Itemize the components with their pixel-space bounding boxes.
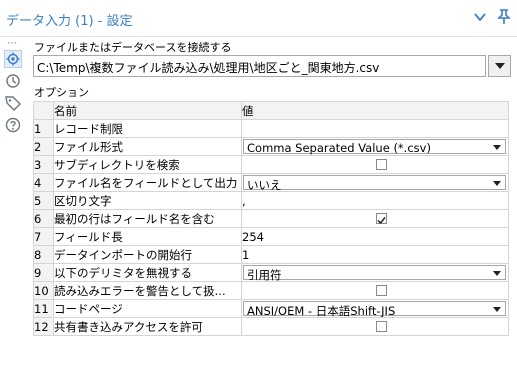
more-dots-icon[interactable]: ⋯	[7, 38, 18, 49]
header-value[interactable]: 値	[241, 101, 509, 120]
option-value[interactable]: ,	[241, 191, 509, 210]
option-row[interactable]: 10 読み込みエラーを警告として扱...	[33, 281, 509, 300]
header-name[interactable]: 名前	[53, 101, 242, 120]
row-number: 1	[33, 119, 54, 138]
option-select-value: いいえ	[247, 178, 282, 192]
file-label: ファイルまたはデータベースを接続する	[34, 41, 232, 54]
option-name: 最初の行はフィールド名を含む	[53, 209, 242, 228]
option-row[interactable]: 12 共有書き込みアクセスを許可	[33, 317, 509, 336]
option-row[interactable]: 6 最初の行はフィールド名を含む	[33, 209, 509, 228]
option-value-cell	[241, 317, 509, 336]
option-select[interactable]: いいえ	[243, 175, 506, 192]
option-name: 区切り文字	[53, 191, 242, 210]
option-row[interactable]: 2 ファイル形式 Comma Separated Value (*.csv)	[33, 137, 509, 156]
row-number: 5	[33, 191, 54, 210]
option-row[interactable]: 9 以下のデリミタを無視する 引用符	[33, 263, 509, 282]
row-number: 8	[33, 245, 54, 264]
dropdown-arrow-icon	[493, 145, 501, 150]
option-value[interactable]: 1	[241, 245, 509, 264]
tag-icon[interactable]	[4, 94, 22, 112]
row-number: 6	[33, 209, 54, 228]
option-row[interactable]: 1 レコード制限	[33, 119, 509, 138]
row-number: 10	[33, 281, 54, 300]
row-number: 7	[33, 227, 54, 246]
option-name: ファイル形式	[53, 137, 242, 156]
options-label: オプション	[34, 86, 89, 99]
option-checkbox[interactable]	[376, 321, 387, 332]
row-number: 3	[33, 155, 54, 174]
option-value[interactable]	[241, 119, 509, 138]
row-number: 12	[33, 317, 54, 336]
option-name: コードページ	[53, 299, 242, 318]
option-row[interactable]: 8 データインポートの開始行 1	[33, 245, 509, 264]
option-name: レコード制限	[53, 119, 242, 138]
option-name: サブディレクトリを検索	[53, 155, 242, 174]
row-number: 11	[33, 299, 54, 318]
option-select-value: ANSI/OEM - 日本語Shift-JIS	[247, 304, 396, 318]
option-select[interactable]: ANSI/OEM - 日本語Shift-JIS	[243, 301, 506, 318]
header-num	[33, 101, 54, 120]
gear-icon[interactable]	[4, 50, 22, 68]
options-grid: 名前 値 1 レコード制限 2 ファイル形式 Comma Separated Value…	[33, 101, 509, 336]
option-select-value: 引用符	[247, 268, 282, 282]
sidebar: ⋯	[0, 38, 27, 369]
title-bar: データ入力 (1) - 設定	[0, 0, 517, 37]
option-row[interactable]: 11 コードページ ANSI/OEM - 日本語Shift-JIS	[33, 299, 509, 318]
checkmark-icon	[377, 217, 386, 225]
option-name: データインポートの開始行	[53, 245, 242, 264]
option-checkbox[interactable]	[376, 159, 387, 170]
option-select[interactable]: 引用符	[243, 265, 506, 282]
row-number: 9	[33, 263, 54, 282]
option-select[interactable]: Comma Separated Value (*.csv)	[243, 139, 506, 155]
dropdown-arrow-icon	[493, 307, 501, 312]
option-row[interactable]: 7 フィールド長 254	[33, 227, 509, 246]
option-value-cell	[241, 155, 509, 174]
option-value-cell: いいえ	[241, 173, 509, 192]
chevron-down-icon[interactable]	[473, 10, 487, 24]
row-number: 2	[33, 137, 54, 156]
option-select-value: Comma Separated Value (*.csv)	[247, 141, 431, 155]
dropdown-arrow-icon	[493, 271, 501, 276]
option-checkbox[interactable]	[376, 213, 387, 225]
refresh-icon[interactable]	[4, 72, 22, 90]
grid-header-row: 名前 値	[33, 101, 509, 120]
option-value-cell: 引用符	[241, 263, 509, 282]
row-number: 4	[33, 173, 54, 192]
option-value-cell	[241, 209, 509, 228]
option-row[interactable]: 3 サブディレクトリを検索	[33, 155, 509, 174]
option-name: 共有書き込みアクセスを許可	[53, 317, 242, 336]
option-row[interactable]: 5 区切り文字,	[33, 191, 509, 210]
window-title: データ入力 (1) - 設定	[6, 14, 133, 29]
chevron-down-icon	[495, 63, 505, 69]
dropdown-arrow-icon	[493, 181, 501, 186]
file-path-input[interactable]: C:\Temp\複数ファイル読み込み\処理用\地区ごと_関東地方.csv	[33, 55, 486, 77]
option-value[interactable]: 254	[241, 227, 509, 246]
help-icon[interactable]	[4, 116, 22, 134]
pin-icon[interactable]	[497, 9, 511, 25]
option-value-cell	[241, 281, 509, 300]
option-name: ファイル名をフィールドとして出力	[53, 173, 242, 192]
option-value-cell: ANSI/OEM - 日本語Shift-JIS	[241, 299, 509, 318]
option-value-cell: Comma Separated Value (*.csv)	[241, 137, 509, 156]
option-name: 以下のデリミタを無視する	[53, 263, 242, 282]
file-dropdown-button[interactable]	[488, 55, 511, 77]
file-path-value: C:\Temp\複数ファイル読み込み\処理用\地区ごと_関東地方.csv	[37, 61, 380, 75]
option-name: 読み込みエラーを警告として扱...	[53, 281, 242, 300]
option-row[interactable]: 4 ファイル名をフィールドとして出力 いいえ	[33, 173, 509, 192]
option-name: フィールド長	[53, 227, 242, 246]
option-checkbox[interactable]	[376, 285, 387, 296]
